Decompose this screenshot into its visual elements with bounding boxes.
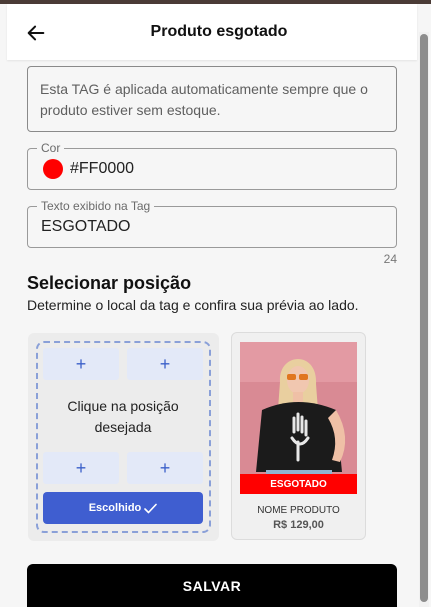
color-swatch[interactable] xyxy=(43,159,63,179)
color-field-label: Cor xyxy=(37,141,65,155)
position-bottom-left-button[interactable]: + xyxy=(43,452,119,484)
plus-icon: + xyxy=(75,353,87,374)
product-name: NOME PRODUTO xyxy=(257,505,340,516)
preview-tag: ESGOTADO xyxy=(240,474,357,494)
position-top-left-button[interactable]: + xyxy=(43,348,119,380)
app-header: Produto esgotado xyxy=(7,4,417,60)
arrow-left-icon xyxy=(27,25,45,41)
save-button[interactable]: SALVAR xyxy=(27,564,397,607)
page-title: Produto esgotado xyxy=(150,23,288,40)
section-title: Selecionar posição xyxy=(27,273,192,293)
tag-text-field-label: Texto exibido na Tag xyxy=(37,199,155,213)
info-message: Esta TAG é aplicada automaticamente semp… xyxy=(27,66,397,132)
chosen-label: Escolhido xyxy=(88,502,142,514)
section-subtitle: Determine o local da tag e confira sua p… xyxy=(27,297,359,313)
position-hint: Clique na posição desejada xyxy=(67,398,179,435)
plus-icon: + xyxy=(159,457,171,478)
tag-text-field[interactable]: Texto exibido na Tag ESGOTADO xyxy=(27,199,397,248)
tag-text-value[interactable]: ESGOTADO xyxy=(41,218,131,236)
plus-icon: + xyxy=(159,353,171,374)
color-field[interactable]: Cor #FF0000 xyxy=(27,141,397,190)
back-button[interactable] xyxy=(25,22,47,44)
product-image xyxy=(240,342,357,494)
product-photo xyxy=(240,342,357,494)
check-icon xyxy=(144,503,158,513)
position-top-right-button[interactable]: + xyxy=(127,348,203,380)
scrollbar-thumb[interactable] xyxy=(420,34,428,602)
chosen-position-button[interactable]: Escolhido xyxy=(43,492,203,524)
color-value[interactable]: #FF0000 xyxy=(70,160,134,178)
character-counter: 24 xyxy=(383,252,397,266)
product-price: R$ 129,00 xyxy=(273,519,324,531)
position-bottom-right-button[interactable]: + xyxy=(127,452,203,484)
plus-icon: + xyxy=(75,457,87,478)
